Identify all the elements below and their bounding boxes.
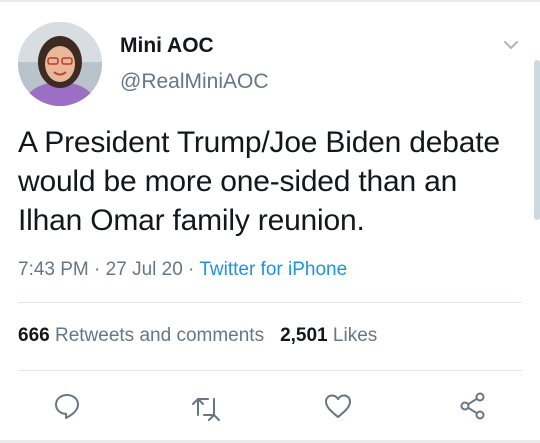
likes-count: 2,501 xyxy=(280,325,328,346)
avatar-image xyxy=(18,22,102,106)
reply-icon[interactable] xyxy=(49,388,85,424)
divider xyxy=(18,370,522,371)
likes-stat[interactable]: 2,501 Likes xyxy=(280,325,377,346)
tweet-meta: 7:43 PM · 27 Jul 20 · Twitter for iPhone xyxy=(18,259,347,281)
meta-separator: · xyxy=(182,259,200,280)
tweet-source[interactable]: Twitter for iPhone xyxy=(199,259,347,280)
retweets-count: 666 xyxy=(18,325,50,346)
chevron-down-icon[interactable] xyxy=(500,34,522,56)
avatar[interactable] xyxy=(18,22,102,106)
share-icon[interactable] xyxy=(455,388,491,424)
retweet-icon[interactable] xyxy=(188,388,224,424)
divider xyxy=(18,302,522,303)
tweet-text: A President Trump/Joe Biden debate would… xyxy=(18,126,500,237)
tweet-stats: 666 Retweets and comments 2,501 Likes xyxy=(18,325,377,347)
top-divider xyxy=(0,0,540,2)
tweet-date[interactable]: 27 Jul 20 xyxy=(106,259,183,280)
tweet-time[interactable]: 7:43 PM xyxy=(18,259,89,280)
retweets-label: Retweets and comments xyxy=(54,325,265,346)
scrollbar[interactable] xyxy=(534,60,540,220)
tweet-card: Mini AOC @RealMiniAOC A President Trump/… xyxy=(0,0,540,443)
heart-icon[interactable] xyxy=(320,388,356,424)
meta-separator: · xyxy=(88,259,106,280)
user-handle[interactable]: @RealMiniAOC xyxy=(120,70,269,94)
action-bar xyxy=(0,388,540,424)
display-name[interactable]: Mini AOC xyxy=(120,34,214,58)
likes-label: Likes xyxy=(332,325,378,346)
retweets-stat[interactable]: 666 Retweets and comments xyxy=(18,325,264,346)
